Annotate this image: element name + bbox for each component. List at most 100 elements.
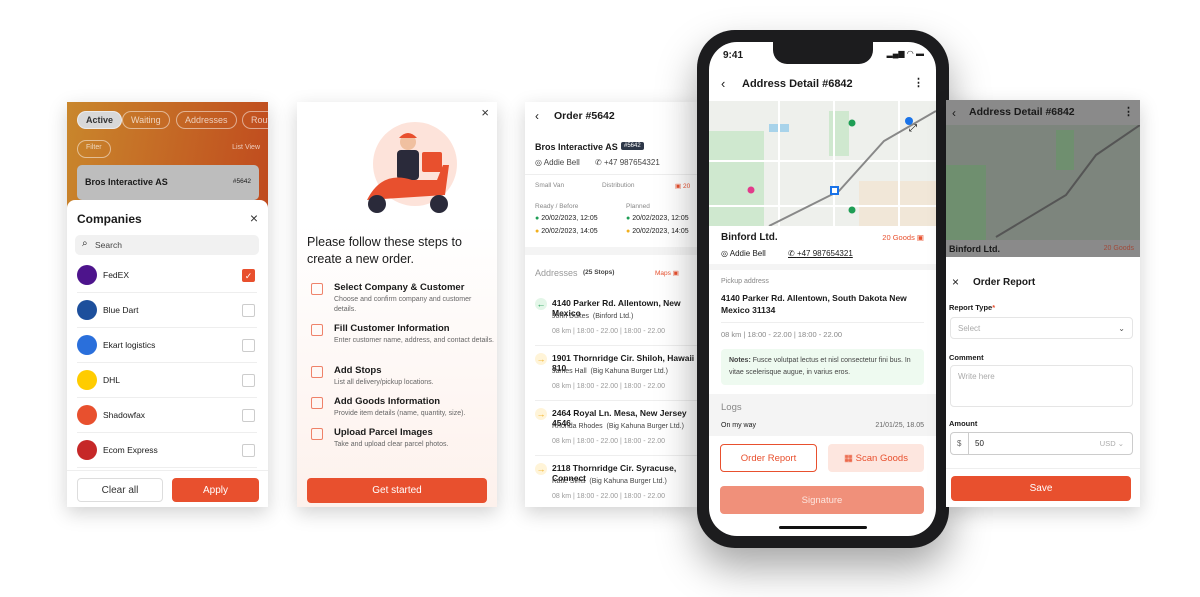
map-view[interactable]: ⤢ (709, 101, 936, 226)
search-placeholder: Search (95, 240, 122, 250)
contact-company: (Big Kahuna Burger Ltd.) (606, 423, 684, 430)
scan-goods-text: Scan Goods (855, 452, 908, 464)
order-badge: #5642 (621, 142, 644, 150)
amount-value: 50 (975, 439, 984, 448)
company-logo-icon (77, 265, 97, 285)
get-started-button[interactable]: Get started (307, 478, 487, 503)
order-report-button[interactable]: Order Report (720, 444, 817, 472)
arrow-left-icon: ← (535, 298, 547, 310)
company-name: Ekart logistics (103, 340, 156, 350)
notch (773, 42, 873, 64)
screen-title: Address Detail #6842 (969, 106, 1075, 118)
company-checkbox[interactable] (242, 373, 255, 387)
step-description: Enter customer name, address, and contac… (334, 337, 494, 344)
company-name: DHL (103, 375, 121, 385)
search-icon: ⌕ (82, 238, 88, 249)
card-title: Bros Interactive AS (85, 177, 168, 187)
notes-label: Notes: (729, 357, 751, 364)
step-title: Fill Customer Information (334, 323, 450, 334)
more-icon[interactable]: ⋮ (913, 76, 924, 89)
contact-company: (Big Kahuna Burger Ltd.) (590, 368, 668, 375)
log-time: 21/01/25, 18.05 (875, 422, 924, 429)
more-icon[interactable]: ⋮ (1123, 105, 1134, 118)
clear-all-button[interactable]: Clear all (77, 478, 163, 502)
company-row[interactable]: Ekart logistics (77, 328, 257, 363)
step-icon (311, 397, 323, 409)
tab-active[interactable]: Active (77, 111, 123, 129)
address-meta: 08 km | 18:00 - 22.00 | 18:00 - 22.00 (552, 328, 665, 335)
goods-count: ▣ 20 (675, 183, 691, 190)
maps-link[interactable]: Maps ▣ (655, 269, 679, 277)
back-icon[interactable]: ‹ (721, 76, 725, 91)
company-checkbox[interactable] (242, 408, 255, 422)
contact-name: ◎ Addie Bell (721, 249, 766, 258)
address-meta: 08 km | 18:00 - 22.00 | 18:00 - 22.00 (552, 493, 665, 500)
signature-button[interactable]: Signature (720, 486, 924, 514)
contact-name: ◎ Addie Bell (535, 158, 580, 167)
report-type-select[interactable]: Select ⌄ (950, 317, 1133, 339)
company-logo-icon (77, 405, 97, 425)
status-time: 9:41 (723, 50, 744, 61)
required-mark: * (992, 303, 996, 312)
planned-start: 20/02/2023, 12:05 (632, 215, 689, 222)
amount-label: Amount (949, 419, 978, 428)
order-report-sheet: × Order Report Report Type* Select ⌄ Comm… (946, 257, 1140, 507)
apply-button[interactable]: Apply (172, 478, 259, 502)
search-input[interactable]: ⌕ Search (75, 235, 259, 255)
save-button[interactable]: Save (951, 476, 1131, 501)
contact-text: Addie Bell (729, 249, 766, 258)
company-row[interactable]: Blue Dart (77, 293, 257, 328)
comment-textarea[interactable]: Write here (950, 365, 1133, 407)
scan-goods-button[interactable]: ▦ Scan Goods (828, 444, 924, 472)
step-title: Add Stops (334, 365, 382, 376)
company-checkbox[interactable] (242, 303, 255, 317)
companies-filter-screen: Active Waiting Addresses Routes Filter L… (67, 102, 268, 507)
order-detail-screen: ‹ Order #5642 Bros Interactive AS #5642 … (525, 102, 697, 507)
back-icon[interactable]: ‹ (535, 109, 539, 123)
tab-addresses[interactable]: Addresses (176, 111, 237, 129)
company-checkbox[interactable]: ✓ (242, 268, 255, 282)
company-checkbox[interactable] (242, 443, 255, 457)
close-icon[interactable]: × (481, 105, 489, 120)
ready-label: Ready / Before (535, 203, 579, 210)
contact-person: John Dukes (552, 313, 589, 320)
goods-count: 20 Goods ▣ (882, 233, 924, 242)
back-icon[interactable]: ‹ (952, 106, 956, 120)
company-name: Binford Ltd. (949, 244, 1000, 254)
address-meta: 08 km | 18:00 - 22.00 | 18:00 - 22.00 (552, 438, 665, 445)
company-row[interactable]: FedEX ✓ (77, 258, 257, 293)
list-view-toggle[interactable]: List View (232, 144, 260, 151)
company-row[interactable]: Shadowfax (77, 398, 257, 433)
company-row[interactable]: DHL (77, 363, 257, 398)
arrow-right-icon: → (535, 463, 547, 475)
screen-title: Address Detail #6842 (742, 78, 853, 90)
filter-button[interactable]: Filter (77, 140, 111, 158)
company-checkbox[interactable] (242, 338, 255, 352)
sheet-title: Companies (77, 212, 142, 226)
phone-link[interactable]: ✆ +47 987654321 (595, 158, 660, 167)
address-contact: James Hall (Big Kahuna Burger Ltd.) (552, 368, 668, 375)
notes-box: Notes: Fusce volutpat lectus et nisl con… (721, 349, 924, 385)
order-title: Order #5642 (554, 110, 615, 122)
goods-text: 20 Goods (882, 233, 915, 242)
step-icon (311, 324, 323, 336)
step-description: Take and upload clear parcel photos. (334, 441, 449, 448)
tab-routes[interactable]: Routes (242, 111, 268, 129)
currency-select[interactable]: USD ⌄ (1100, 439, 1124, 448)
chevron-down-icon: ⌄ (1118, 324, 1125, 333)
step-description: Provide item details (name, quantity, si… (334, 410, 466, 417)
order-card[interactable]: Bros Interactive AS #5642 (77, 165, 259, 200)
notes-text: Fusce volutpat lectus et nisl consectetu… (729, 357, 911, 376)
address-contact: Rhonda Rhodes (Big Kahuna Burger Ltd.) (552, 423, 684, 430)
amount-input[interactable]: $ 50 USD ⌄ (950, 432, 1133, 455)
contact-person: Rhonda Rhodes (552, 423, 603, 430)
close-icon[interactable]: × (250, 210, 258, 226)
logs-section: Logs On my way 21/01/25, 18.05 (709, 394, 936, 436)
step-icon (311, 283, 323, 295)
close-icon[interactable]: × (952, 275, 959, 289)
ready-start: 20/02/2023, 12:05 (541, 215, 598, 222)
tab-waiting[interactable]: Waiting (122, 111, 170, 129)
company-row[interactable]: Ecom Express (77, 433, 257, 468)
step-title: Add Goods Information (334, 396, 441, 407)
phone-link[interactable]: ✆ +47 987654321 (788, 249, 853, 258)
